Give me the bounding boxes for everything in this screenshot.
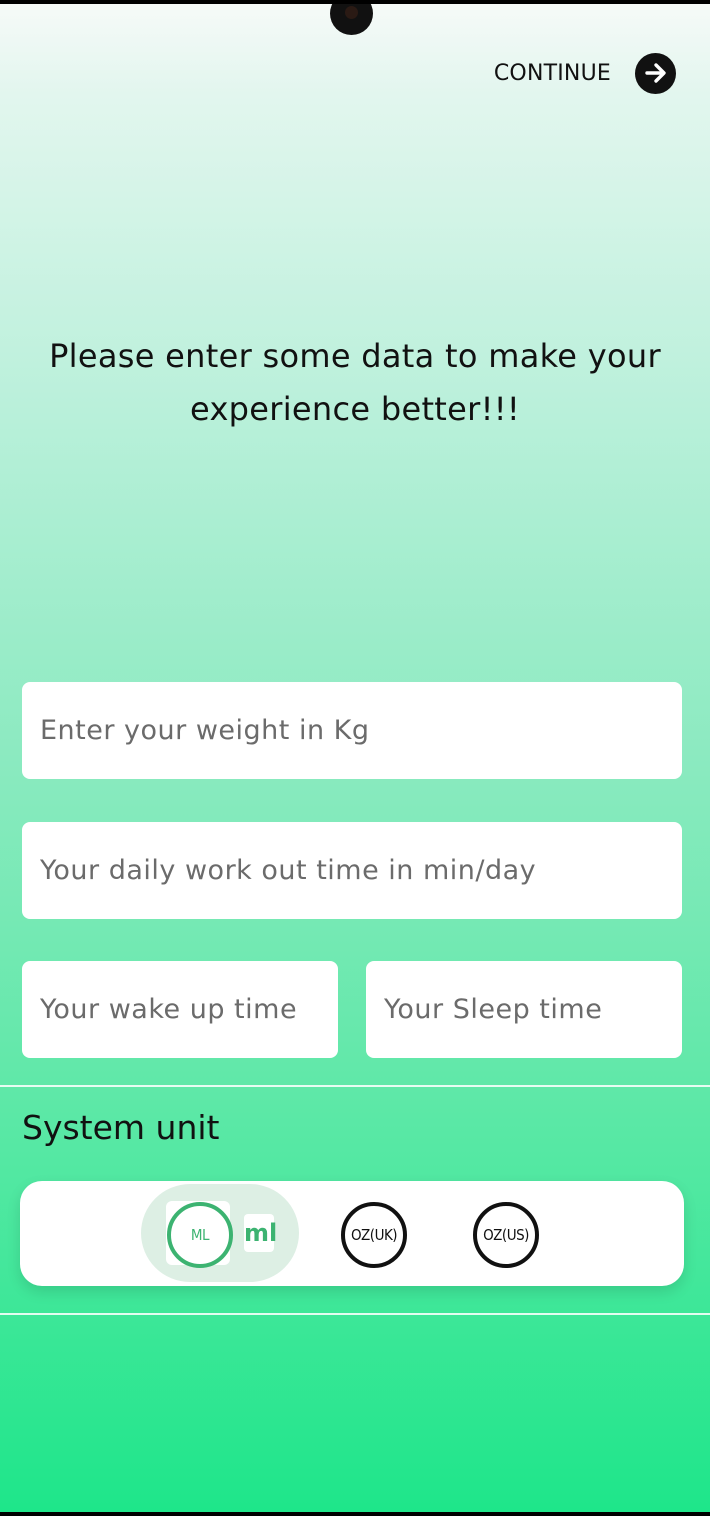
workout-time-input[interactable] <box>22 855 682 886</box>
section-divider-top <box>0 1085 710 1087</box>
sleep-time-field[interactable] <box>366 961 682 1058</box>
weight-input[interactable] <box>22 715 682 746</box>
wake-time-input[interactable] <box>22 994 338 1025</box>
continue-label: CONTINUE <box>493 60 611 86</box>
workout-field[interactable] <box>22 822 682 919</box>
section-divider-bottom <box>0 1313 710 1315</box>
unit-option-oz-us[interactable]: OZ(US) <box>473 1202 539 1268</box>
system-unit-title: System unit <box>22 1108 220 1147</box>
weight-field[interactable] <box>22 682 682 779</box>
unit-option-oz-uk[interactable]: OZ(UK) <box>341 1202 407 1268</box>
app-screen: CONTINUE Please enter some data to make … <box>0 4 710 1512</box>
unit-selector: ML ml OZ(UK) OZ(US) <box>20 1181 684 1286</box>
unit-option-ml[interactable]: ML <box>167 1202 233 1268</box>
selected-unit-suffix: ml <box>244 1214 277 1252</box>
arrow-right-circle-icon[interactable] <box>635 52 676 94</box>
intro-prompt: Please enter some data to make your expe… <box>49 337 661 428</box>
front-camera-cutout <box>330 4 373 35</box>
wake-time-field[interactable] <box>22 961 338 1058</box>
sleep-time-input[interactable] <box>366 994 682 1025</box>
continue-button[interactable]: CONTINUE <box>494 52 676 94</box>
